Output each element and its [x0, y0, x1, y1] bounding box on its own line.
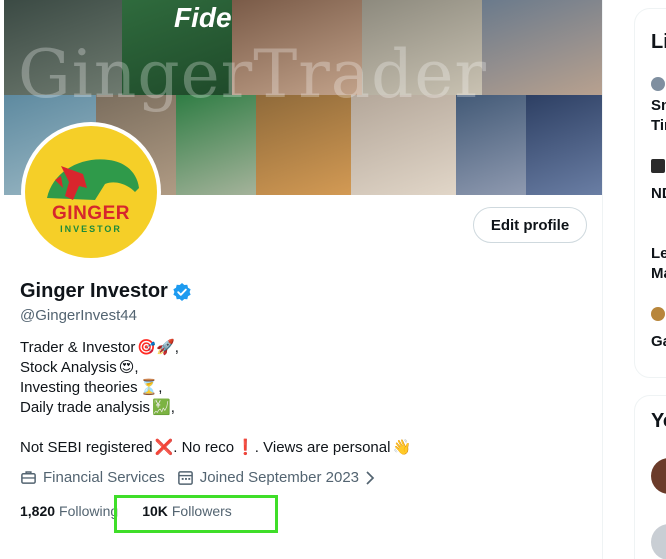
following-count: 1,820 — [20, 503, 56, 519]
lists-card: Li Sn Tir ND Le Ma Ga — [634, 8, 666, 378]
bio-line: Not SEBI registered ❌ . No reco ❗ . View… — [20, 438, 411, 458]
profile-column: Fide GingerTrader GINGER INVESTOR Edit p… — [0, 0, 603, 559]
banner-brand-text: Fide — [174, 2, 232, 33]
sidebar-item-text[interactable]: Le — [651, 245, 666, 262]
bio-punctuation: , — [134, 359, 139, 376]
profile-joined: Joined September 2023 — [177, 469, 375, 486]
profile-joined-text: Joined September 2023 — [199, 469, 359, 486]
followers-highlight-box — [114, 495, 278, 533]
banner-photo-tile — [526, 95, 602, 195]
profile-category[interactable]: Financial Services — [20, 469, 165, 486]
chevron-right-icon[interactable] — [365, 470, 375, 486]
following-label: Following — [59, 503, 119, 519]
calendar-icon — [177, 469, 194, 486]
bio-text: Investing theories — [20, 379, 138, 396]
display-name-text: Ginger Investor — [20, 280, 168, 302]
bio-line: Investing theories ⏳ , — [20, 378, 411, 398]
verified-badge-icon — [172, 282, 192, 302]
bio-punctuation: , — [158, 379, 163, 396]
cross-mark-emoji-icon: ❌ — [154, 439, 174, 456]
following-link[interactable]: 1,820 Following — [20, 503, 118, 519]
avatar-logo: GINGER INVESTOR — [25, 126, 157, 258]
exclamation-emoji-icon: ❗ — [236, 439, 255, 456]
bio-text: . Views are personal — [254, 439, 391, 456]
trend-avatar-icon — [651, 77, 665, 91]
heart-eyes-emoji-icon: 😍 — [118, 359, 135, 376]
lists-card-title: Li — [651, 31, 666, 53]
bio-line: Stock Analysis 😍 , — [20, 358, 411, 378]
news-logo-icon — [651, 159, 665, 173]
right-sidebar: Li Sn Tir ND Le Ma Ga Yo — [634, 0, 666, 559]
banner-watermark: GingerTrader — [18, 36, 487, 113]
bio-punctuation: , — [170, 399, 175, 416]
bio-text: Not SEBI registered — [20, 439, 153, 456]
trend-avatar-icon — [651, 307, 665, 321]
profile-handle: @GingerInvest44 — [20, 307, 137, 324]
bio-punctuation: , — [174, 339, 179, 356]
hourglass-emoji-icon: ⏳ — [139, 379, 159, 396]
avatar-logo-sub: INVESTOR — [60, 224, 122, 234]
bio-text: Daily trade analysis — [20, 399, 151, 416]
suggestions-card-title: Yo — [651, 410, 666, 432]
profile-bio: Trader & Investor 🎯🚀 , Stock Analysis 😍 … — [20, 338, 411, 458]
avatar-logo-word: GINGER — [52, 203, 130, 224]
suggested-user-avatar[interactable] — [651, 458, 666, 494]
suggested-user-avatar[interactable] — [651, 524, 666, 559]
bio-spacer — [20, 418, 411, 438]
bio-text: . No reco — [173, 439, 235, 456]
target-rocket-emoji-icon: 🎯🚀 — [137, 339, 175, 356]
chart-yen-emoji-icon: 💹 — [152, 399, 171, 416]
profile-category-text: Financial Services — [43, 469, 165, 486]
bio-text: Trader & Investor — [20, 339, 136, 356]
briefcase-icon — [20, 469, 37, 486]
display-name: Ginger Investor — [20, 280, 192, 303]
banner-photo-tile — [482, 0, 602, 95]
bull-bear-logo-icon — [47, 159, 139, 200]
sidebar-item-text[interactable]: Tir — [651, 117, 666, 134]
sidebar-item-text[interactable]: Sn — [651, 97, 666, 114]
waving-hand-emoji-icon: 👋 — [392, 439, 412, 456]
sidebar-item-text[interactable]: Ga — [651, 333, 666, 350]
sidebar-item-text[interactable]: ND — [651, 185, 666, 202]
bio-text: Stock Analysis — [20, 359, 117, 376]
bio-line: Trader & Investor 🎯🚀 , — [20, 338, 411, 358]
sidebar-item-text[interactable]: Ma — [651, 265, 666, 282]
profile-meta: Financial Services Joined September 2023 — [20, 469, 387, 486]
profile-avatar[interactable]: GINGER INVESTOR — [21, 122, 161, 262]
suggestions-card: Yo — [634, 395, 666, 559]
bio-line: Daily trade analysis 💹 , — [20, 398, 411, 418]
edit-profile-button[interactable]: Edit profile — [473, 207, 587, 243]
